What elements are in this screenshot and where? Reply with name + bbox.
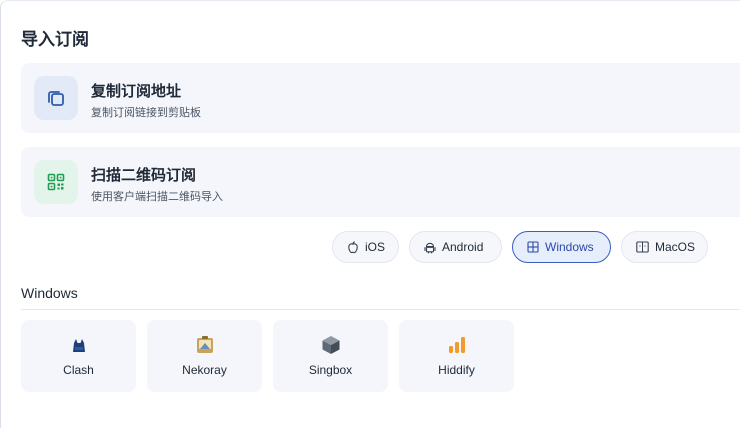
hiddify-icon [446, 334, 468, 356]
app-singbox[interactable]: Singbox [273, 320, 388, 392]
tab-windows-label: Windows [545, 240, 594, 254]
singbox-icon [320, 334, 342, 356]
windows-icon [527, 241, 539, 253]
app-hiddify[interactable]: Hiddify [399, 320, 514, 392]
macos-icon [636, 241, 649, 253]
app-hiddify-label: Hiddify [438, 363, 475, 377]
app-clash[interactable]: Clash [21, 320, 136, 392]
copy-icon [34, 76, 78, 120]
tab-ios-label: iOS [365, 240, 386, 254]
app-singbox-label: Singbox [308, 363, 353, 377]
app-clash-label: Clash [63, 363, 94, 377]
app-nekoray[interactable]: Nekoray [147, 320, 262, 392]
android-icon [424, 241, 436, 254]
apple-icon [347, 240, 359, 254]
scan-qr-subtitle: 使用客户端扫描二维码导入 [91, 191, 223, 203]
tab-ios[interactable]: iOS [332, 231, 399, 263]
app-list: Clash Nekoray Singbox Hiddify [21, 320, 514, 392]
tab-windows[interactable]: Windows [512, 231, 611, 263]
copy-subscription-card[interactable]: 复制订阅地址 复制订阅链接到剪贴板 [21, 63, 740, 133]
platform-tabs: iOS Android Windows MacOS [332, 231, 708, 263]
qr-code-icon [34, 160, 78, 204]
tab-macos-label: MacOS [655, 240, 696, 254]
clash-icon [68, 334, 90, 356]
nekoray-icon [194, 334, 216, 356]
import-subscription-panel: 导入订阅 复制订阅地址 复制订阅链接到剪贴板 扫描二维码订阅 使用客户端扫描二维… [0, 0, 740, 428]
tab-macos[interactable]: MacOS [621, 231, 708, 263]
app-nekoray-label: Nekoray [182, 363, 227, 377]
section-title: Windows [21, 285, 78, 301]
tab-android-label: Android [442, 240, 484, 254]
copy-subscription-title: 复制订阅地址 [91, 83, 182, 100]
scan-qr-card[interactable]: 扫描二维码订阅 使用客户端扫描二维码导入 [21, 147, 740, 217]
scan-qr-title: 扫描二维码订阅 [91, 167, 197, 184]
tab-android[interactable]: Android [409, 231, 502, 263]
page-title: 导入订阅 [21, 30, 89, 49]
section-divider [21, 309, 740, 310]
copy-subscription-subtitle: 复制订阅链接到剪贴板 [91, 107, 201, 119]
